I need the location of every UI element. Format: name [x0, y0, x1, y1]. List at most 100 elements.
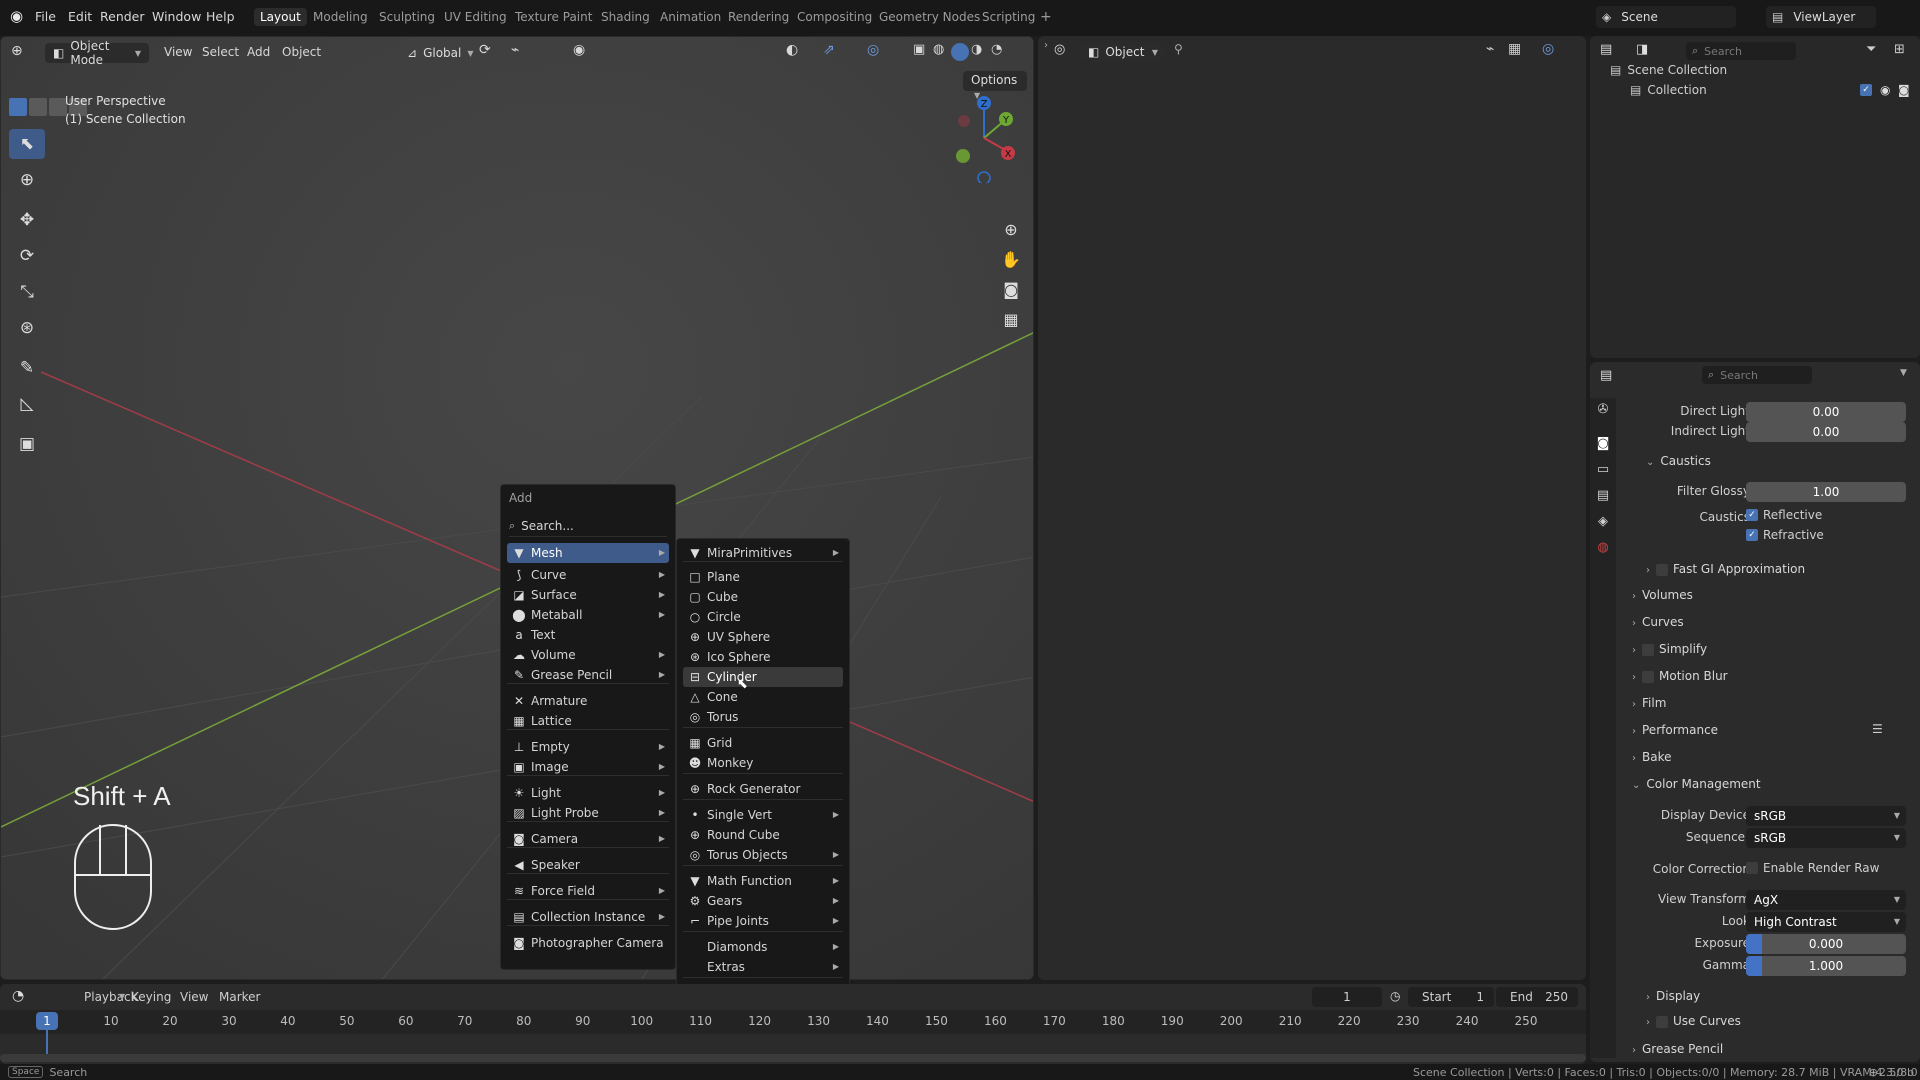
motion-blur-section[interactable]: › Motion Blur: [1632, 669, 1728, 683]
mesh-menu-item-miraprimitives[interactable]: ▼ MiraPrimitives ▶: [683, 543, 843, 563]
view-layer-tab-icon[interactable]: ▤: [1594, 488, 1612, 503]
pivot-icon[interactable]: ⟳: [479, 42, 491, 58]
gizmo-toggle-icon[interactable]: ⇗: [823, 42, 835, 58]
current-frame-field[interactable]: 1: [1312, 987, 1382, 1007]
annotate-tool[interactable]: ✎: [9, 353, 45, 383]
fast-gi-section[interactable]: › Fast GI Approximation: [1646, 562, 1805, 576]
tab-uv-editing[interactable]: UV Editing: [444, 10, 507, 24]
timeline-menu-view[interactable]: View: [180, 990, 208, 1004]
mesh-menu-item-monkey[interactable]: ☻ Monkey: [683, 753, 843, 773]
display-subsection[interactable]: › Display: [1646, 989, 1700, 1003]
checkbox-unchecked-icon[interactable]: [1656, 1015, 1668, 1028]
world-tab-icon[interactable]: ◍: [1594, 540, 1612, 555]
menu-help[interactable]: Help: [206, 9, 235, 24]
mode-dropdown[interactable]: ◧ Object Mode ▼: [45, 39, 149, 67]
transform-orientation-dropdown[interactable]: ⊿ Global ▼: [399, 43, 474, 63]
solid-shading-icon[interactable]: [951, 43, 969, 61]
proportional-edit-icon[interactable]: ◉: [573, 42, 585, 58]
caustics-section-header[interactable]: ⌄ Caustics: [1646, 454, 1711, 468]
checkbox-unchecked-icon[interactable]: [1642, 670, 1654, 683]
mesh-menu-item-gears[interactable]: ⚙ Gears ▶: [683, 891, 843, 911]
navigation-gizmo[interactable]: Z Y X: [941, 93, 1021, 183]
timeline-menu-playback[interactable]: Playback: [84, 990, 138, 1004]
color-management-section[interactable]: ⌄ Color Management: [1632, 777, 1761, 791]
timeline-menu-marker[interactable]: Marker: [219, 990, 260, 1004]
view-transform-dropdown[interactable]: AgX ▼: [1746, 890, 1906, 910]
mesh-menu-item-rock-generator[interactable]: ⊕ Rock Generator: [683, 779, 843, 799]
output-tab-icon[interactable]: ▭: [1594, 462, 1612, 477]
xray-icon[interactable]: ▣: [913, 42, 925, 57]
filter-icon[interactable]: ⏷: [1866, 42, 1876, 57]
grid-snap-icon[interactable]: ▦: [1508, 41, 1521, 57]
properties-editor-icon[interactable]: ▤: [1600, 368, 1612, 383]
filter-glossy-field[interactable]: 1.00: [1746, 482, 1906, 502]
performance-section[interactable]: › Performance: [1632, 723, 1718, 737]
curves-section[interactable]: › Curves: [1632, 615, 1684, 629]
tab-scripting[interactable]: Scripting: [982, 10, 1035, 24]
tool-tab-icon[interactable]: ✇: [1594, 402, 1612, 417]
volumes-section[interactable]: › Volumes: [1632, 588, 1693, 602]
editor-type-icon[interactable]: ⊕: [11, 43, 23, 59]
checkbox-unchecked-icon[interactable]: [1642, 643, 1654, 656]
outliner-editor-icon[interactable]: ▤: [1600, 42, 1612, 57]
display-mode-icon[interactable]: ◨: [1636, 42, 1648, 57]
tab-sculpting[interactable]: Sculpting: [379, 10, 435, 24]
grease-pencil-section[interactable]: › Grease Pencil: [1632, 1042, 1723, 1056]
select-extend-icon[interactable]: [29, 98, 47, 116]
tab-animation[interactable]: Animation: [660, 10, 721, 24]
options-dropdown[interactable]: Options ▼: [963, 71, 1027, 100]
sequencer-dropdown[interactable]: sRGB ▼: [1746, 828, 1906, 848]
timeline-editor-icon[interactable]: ◔: [12, 988, 24, 1004]
mesh-menu-item-ico-sphere[interactable]: ⊛ Ico Sphere: [683, 647, 843, 667]
overlay-icon[interactable]: ◎: [1542, 41, 1554, 57]
mesh-menu-item-cone[interactable]: △ Cone: [683, 687, 843, 707]
bake-section[interactable]: › Bake: [1632, 750, 1672, 764]
scene-selector[interactable]: ◈ Scene: [1596, 6, 1736, 28]
menu-render[interactable]: Render: [100, 9, 145, 24]
rendered-shading-icon[interactable]: ◔: [991, 42, 1002, 57]
add-menu-item-metaball[interactable]: ⬤ Metaball ▶: [507, 605, 669, 625]
add-menu-item-armature[interactable]: ✕ Armature: [507, 691, 669, 711]
mesh-menu-item-grid[interactable]: ▦ Grid: [683, 733, 843, 753]
mesh-menu-item-extras[interactable]: Extras ▶: [683, 957, 843, 977]
tab-texture-paint[interactable]: Texture Paint: [515, 10, 592, 24]
outliner-row-collection[interactable]: ▤ Collection ✓ ◉ ◙: [1590, 80, 1920, 100]
overlays-icon[interactable]: ◎: [867, 42, 879, 58]
timeline-scrollbar[interactable]: [0, 1054, 1586, 1062]
indirect-light-field[interactable]: 0.00: [1746, 422, 1906, 442]
viewport-menu-object[interactable]: Object: [282, 45, 321, 59]
zoom-icon[interactable]: ⊕: [997, 217, 1025, 243]
tab-geometry-nodes[interactable]: Geometry Nodes: [879, 10, 980, 24]
tab-modeling[interactable]: Modeling: [313, 10, 368, 24]
pin-icon[interactable]: ⚲: [1174, 42, 1183, 56]
camera-view-icon[interactable]: ◙: [997, 277, 1025, 303]
wireframe-shading-icon[interactable]: ◍: [933, 42, 944, 57]
mesh-menu-item-cylinder[interactable]: ⊟ Cylinder: [683, 667, 843, 687]
tab-rendering[interactable]: Rendering: [728, 10, 789, 24]
add-menu-item-lattice[interactable]: ▦ Lattice: [507, 711, 669, 731]
add-cube-tool[interactable]: ▣: [9, 429, 45, 459]
add-menu-item-collection-instance[interactable]: ▤ Collection Instance ▶: [507, 907, 669, 927]
add-menu-item-grease-pencil[interactable]: ✎ Grease Pencil ▶: [507, 665, 669, 685]
simplify-section[interactable]: › Simplify: [1632, 642, 1707, 656]
view-layer-selector[interactable]: ▤ ViewLayer: [1766, 6, 1876, 28]
mesh-menu-item-uv-sphere[interactable]: ⊕ UV Sphere: [683, 627, 843, 647]
enable-render-raw-checkbox[interactable]: Enable Render Raw: [1746, 861, 1879, 875]
editor2-mode-dropdown[interactable]: ◧ Object ▼: [1080, 42, 1166, 62]
reflective-checkbox[interactable]: ✓ Reflective: [1746, 508, 1822, 522]
display-device-dropdown[interactable]: sRGB ▼: [1746, 806, 1906, 826]
add-menu-item-light-probe[interactable]: ▨ Light Probe ▶: [507, 803, 669, 823]
gamma-slider[interactable]: 1.000: [1746, 956, 1906, 976]
tab-layout[interactable]: Layout: [254, 8, 307, 26]
add-menu-item-curve[interactable]: ⟆ Curve ▶: [507, 565, 669, 585]
properties-search[interactable]: ⌕ Search: [1702, 366, 1812, 384]
snap-icon[interactable]: ⌁: [511, 42, 519, 58]
mesh-menu-item-math-function[interactable]: ▼ Math Function ▶: [683, 871, 843, 891]
refractive-checkbox[interactable]: ✓ Refractive: [1746, 528, 1824, 542]
viewport-menu-select[interactable]: Select: [202, 45, 239, 59]
scene-tab-icon[interactable]: ◈: [1594, 514, 1612, 529]
start-frame-field[interactable]: Start 1: [1408, 987, 1494, 1007]
blender-logo-icon[interactable]: ◉: [10, 7, 23, 25]
clock-icon[interactable]: ◷: [1390, 989, 1400, 1003]
mesh-menu-item-pipe-joints[interactable]: ⌐ Pipe Joints ▶: [683, 911, 843, 931]
